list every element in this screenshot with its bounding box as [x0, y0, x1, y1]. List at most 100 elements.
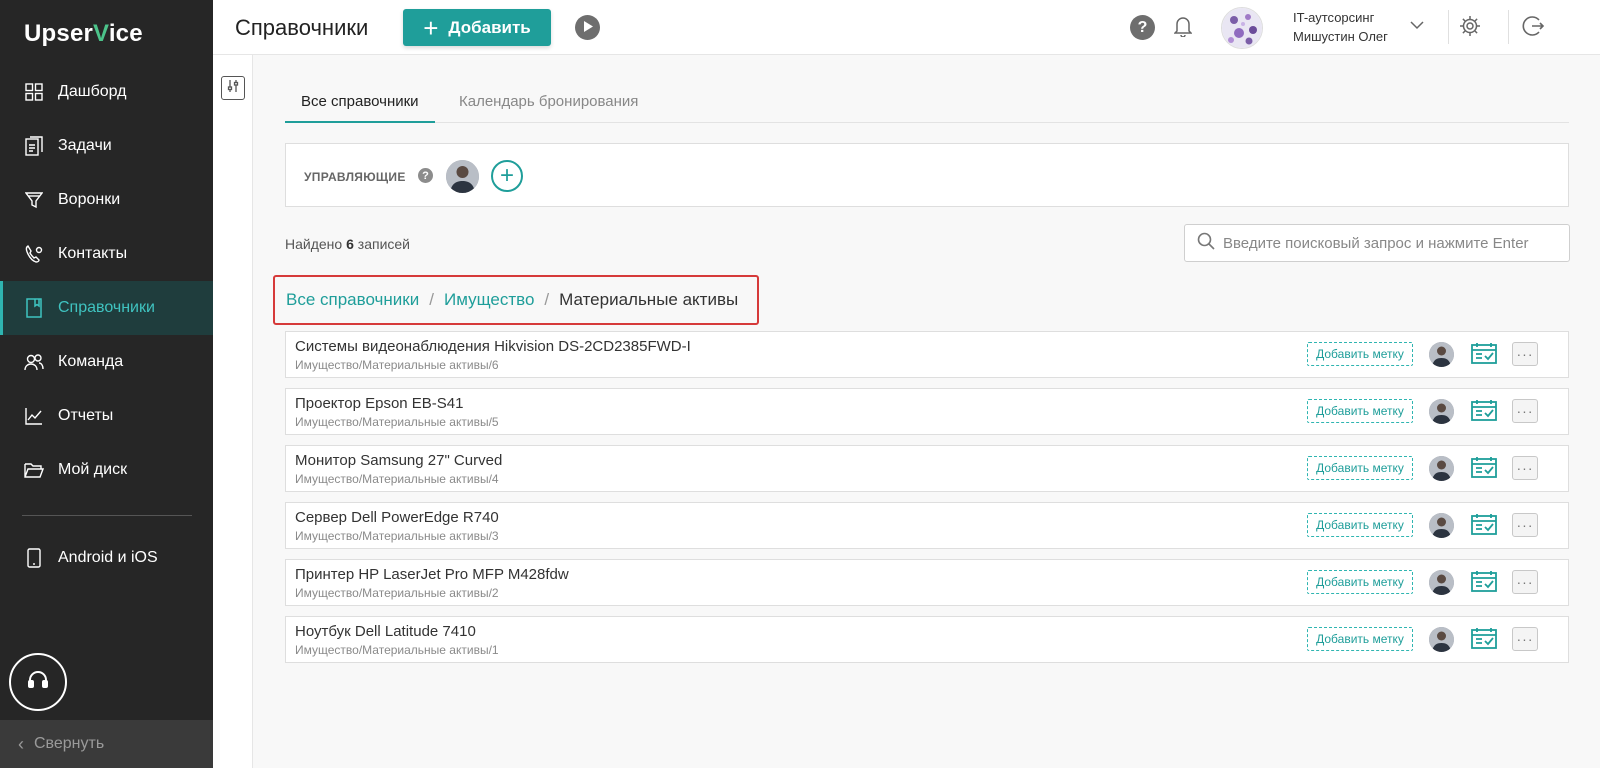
- logo-text-prefix: Upser: [24, 20, 94, 47]
- chart-icon: [24, 406, 44, 426]
- user-menu-toggle[interactable]: [1410, 17, 1424, 35]
- sidebar-item-funnels[interactable]: Воронки: [0, 173, 213, 227]
- add-tag-button[interactable]: Добавить метку: [1307, 456, 1413, 480]
- dashboard-icon: [24, 82, 44, 102]
- record-path: Имущество/Материальные активы/1: [295, 643, 499, 657]
- booking-calendar-icon[interactable]: [1471, 513, 1497, 540]
- add-tag-button[interactable]: Добавить метку: [1307, 342, 1413, 366]
- question-icon: ?: [1137, 18, 1148, 36]
- managers-panel: УПРАВЛЯЮЩИЕ ? +: [285, 143, 1569, 207]
- settings-button[interactable]: [1459, 15, 1481, 42]
- add-tag-button[interactable]: Добавить метку: [1307, 570, 1413, 594]
- search-icon: [1197, 232, 1215, 255]
- tab-booking-calendar[interactable]: Календарь бронирования: [443, 93, 654, 123]
- book-icon: [24, 298, 44, 318]
- breadcrumb-separator: /: [544, 290, 550, 309]
- team-icon: [24, 352, 44, 372]
- org-avatar[interactable]: [1221, 7, 1263, 49]
- help-icon[interactable]: ?: [418, 168, 433, 183]
- search-input[interactable]: [1223, 234, 1553, 252]
- more-options-button[interactable]: ···: [1512, 627, 1538, 651]
- sidebar-item-reports[interactable]: Отчеты: [0, 389, 213, 443]
- list-item[interactable]: Ноутбук Dell Latitude 7410 Имущество/Мат…: [285, 616, 1569, 663]
- more-options-button[interactable]: ···: [1512, 456, 1538, 480]
- results-count: Найдено 6 записей: [285, 236, 410, 252]
- sidebar-item-my-disk[interactable]: Мой диск: [0, 443, 213, 497]
- list-item[interactable]: Системы видеонаблюдения Hikvision DS-2CD…: [285, 331, 1569, 378]
- booking-calendar-icon[interactable]: [1471, 456, 1497, 483]
- filter-toggle-button[interactable]: [221, 76, 245, 100]
- sidebar-mobile-section: Android и iOS: [0, 531, 213, 585]
- list-item[interactable]: Проектор Epson EB-S41 Имущество/Материал…: [285, 388, 1569, 435]
- notifications-button[interactable]: [1171, 15, 1195, 41]
- record-title[interactable]: Ноутбук Dell Latitude 7410: [295, 623, 476, 640]
- sidebar-item-contacts[interactable]: Контакты: [0, 227, 213, 281]
- support-button[interactable]: [9, 653, 67, 711]
- list-item[interactable]: Принтер HP LaserJet Pro MFP M428fdw Имущ…: [285, 559, 1569, 606]
- assignee-avatar[interactable]: [1429, 570, 1454, 595]
- breadcrumb-root-link[interactable]: Все справочники: [286, 290, 419, 310]
- add-tag-button[interactable]: Добавить метку: [1307, 513, 1413, 537]
- record-path: Имущество/Материальные активы/3: [295, 529, 499, 543]
- breadcrumb: Все справочники / Имущество / Материальн…: [273, 275, 759, 325]
- booking-calendar-icon[interactable]: [1471, 342, 1497, 369]
- main-content: Все справочники Календарь бронирования У…: [253, 55, 1600, 768]
- results-number: 6: [346, 236, 354, 252]
- add-tag-button[interactable]: Добавить метку: [1307, 399, 1413, 423]
- user-name: Мишустин Олег: [1293, 29, 1388, 44]
- user-info[interactable]: IT-аутсорсинг Мишустин Олег: [1293, 8, 1388, 46]
- headset-icon: [27, 669, 49, 696]
- sidebar-item-directories[interactable]: Справочники: [0, 281, 213, 335]
- sidebar-divider: [22, 515, 192, 516]
- add-tag-button[interactable]: Добавить метку: [1307, 627, 1413, 651]
- record-path: Имущество/Материальные активы/5: [295, 415, 499, 429]
- sliders-icon: [226, 79, 240, 98]
- record-title[interactable]: Проектор Epson EB-S41: [295, 395, 464, 412]
- list-item[interactable]: Монитор Samsung 27" Curved Имущество/Мат…: [285, 445, 1569, 492]
- breadcrumb-parent-link[interactable]: Имущество: [444, 290, 534, 310]
- sidebar-item-dashboard[interactable]: Дашборд: [0, 65, 213, 119]
- assignee-avatar[interactable]: [1429, 342, 1454, 367]
- add-manager-button[interactable]: +: [491, 160, 523, 192]
- assignee-avatar[interactable]: [1429, 513, 1454, 538]
- plus-icon: +: [423, 12, 439, 43]
- record-title[interactable]: Системы видеонаблюдения Hikvision DS-2CD…: [295, 338, 691, 355]
- tab-all-directories[interactable]: Все справочники: [285, 93, 435, 123]
- more-options-button[interactable]: ···: [1512, 342, 1538, 366]
- phone-icon: [24, 548, 44, 568]
- sidebar-item-label: Воронки: [58, 191, 121, 208]
- help-button[interactable]: ?: [1130, 15, 1155, 40]
- assignee-avatar[interactable]: [1429, 456, 1454, 481]
- contacts-icon: [24, 244, 44, 264]
- add-button[interactable]: + Добавить: [403, 9, 551, 46]
- breadcrumb-separator: /: [429, 290, 434, 309]
- tasks-icon: [24, 136, 44, 156]
- more-options-button[interactable]: ···: [1512, 513, 1538, 537]
- sidebar-item-label: Android и iOS: [58, 549, 158, 566]
- assignee-avatar[interactable]: [1429, 399, 1454, 424]
- org-name: IT-аутсорсинг: [1293, 10, 1375, 25]
- booking-calendar-icon[interactable]: [1471, 399, 1497, 426]
- record-title[interactable]: Принтер HP LaserJet Pro MFP M428fdw: [295, 566, 569, 583]
- record-title[interactable]: Монитор Samsung 27" Curved: [295, 452, 502, 469]
- list-item[interactable]: Сервер Dell PowerEdge R740 Имущество/Мат…: [285, 502, 1569, 549]
- booking-calendar-icon[interactable]: [1471, 627, 1497, 654]
- play-tutorial-button[interactable]: [575, 15, 600, 40]
- sidebar-item-tasks[interactable]: Задачи: [0, 119, 213, 173]
- booking-calendar-icon[interactable]: [1471, 570, 1497, 597]
- sidebar-nav: Дашборд Задачи Воронки Контакты Справочн…: [0, 65, 213, 497]
- more-options-button[interactable]: ···: [1512, 399, 1538, 423]
- bell-icon: [1173, 15, 1193, 42]
- logout-button[interactable]: [1521, 14, 1545, 43]
- record-title[interactable]: Сервер Dell PowerEdge R740: [295, 509, 499, 526]
- more-options-button[interactable]: ···: [1512, 570, 1538, 594]
- sidebar-item-mobile-apps[interactable]: Android и iOS: [0, 531, 213, 585]
- collapse-label: Свернуть: [34, 735, 105, 752]
- plus-icon: +: [499, 162, 514, 189]
- app-logo[interactable]: UpserVice: [24, 20, 143, 48]
- sidebar-item-team[interactable]: Команда: [0, 335, 213, 389]
- collapse-sidebar-button[interactable]: ‹ Свернуть: [0, 720, 213, 768]
- assignee-avatar[interactable]: [1429, 627, 1454, 652]
- manager-avatar[interactable]: [446, 160, 479, 193]
- topbar-separator: [1508, 10, 1509, 44]
